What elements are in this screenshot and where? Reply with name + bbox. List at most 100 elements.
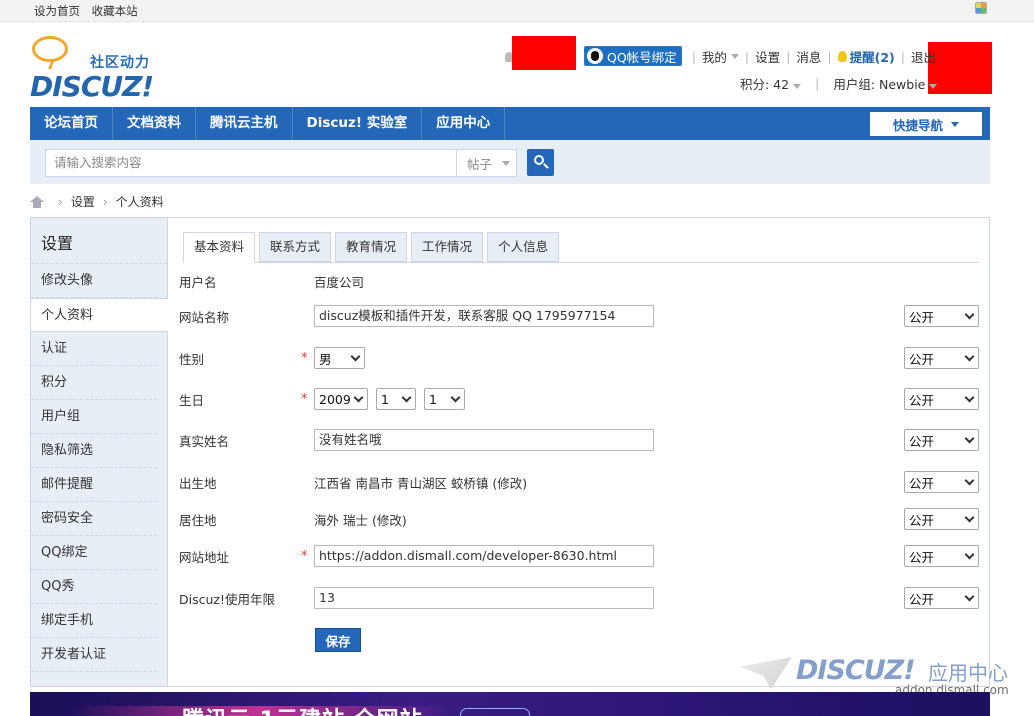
logo-bubble-tail [48, 59, 62, 69]
birth-month-select[interactable]: 1 [376, 388, 416, 410]
birth-year-value: 2009 [319, 391, 351, 407]
sidebar-item-avatar[interactable]: 修改头像 [31, 264, 157, 298]
residence-value[interactable]: 海外 瑞士 (修改) [314, 510, 407, 529]
quick-nav-button[interactable]: 快捷导航 [870, 112, 982, 136]
tab-personal[interactable]: 个人信息 [487, 232, 560, 262]
chevron-down-icon [964, 549, 975, 560]
sidebar-item-credits[interactable]: 积分 [31, 366, 157, 400]
chevron-down-icon [964, 433, 975, 444]
tab-basic[interactable]: 基本资料 [183, 232, 256, 263]
row-residence: 居住地 海外 瑞士 (修改) 公开 [179, 507, 979, 531]
sidebar-item-email[interactable]: 邮件提醒 [31, 468, 157, 502]
website-field[interactable]: https://addon.dismall.com/developer-8630… [314, 545, 654, 567]
realname-privacy-select[interactable]: 公开 [904, 429, 979, 451]
qq-bind-button[interactable]: QQ帐号绑定 [584, 46, 682, 66]
chevron-down-icon [401, 392, 412, 403]
search-button[interactable] [527, 149, 554, 176]
chevron-down-icon [350, 351, 361, 362]
sidebar-item-qq-show[interactable]: QQ秀 [31, 570, 157, 604]
bookmark-link[interactable]: 收藏本站 [92, 4, 138, 18]
sidebar-item-developer[interactable]: 开发者认证 [31, 638, 157, 672]
separator: | [900, 48, 905, 64]
discuz-years-privacy-select[interactable]: 公开 [904, 587, 979, 609]
banner-pill [460, 708, 530, 716]
search-input[interactable]: 请输入搜索内容 [45, 149, 457, 177]
remind-link[interactable]: 提醒(2) [837, 47, 895, 66]
website-privacy-select[interactable]: 公开 [904, 545, 979, 567]
sidebar-item-usergroup[interactable]: 用户组 [31, 400, 157, 434]
settings-panel: 设置 修改头像 个人资料 认证 积分 用户组 隐私筛选 邮件提醒 密码安全 QQ… [30, 217, 990, 687]
row-birthplace: 出生地 江西省 南昌市 青山湖区 蛟桥镇 (修改) 公开 [179, 470, 979, 494]
sitename-privacy-select[interactable]: 公开 [904, 305, 979, 327]
sitename-field[interactable]: discuz模板和插件开发，联系客服 QQ 1795977154 [314, 305, 654, 327]
paper-plane-icon [740, 657, 792, 689]
username-value: 百度公司 [314, 274, 365, 290]
sidebar-item-phone[interactable]: 绑定手机 [31, 604, 157, 638]
remind-label: 提醒(2) [849, 49, 895, 65]
profile-tabs: 基本资料 联系方式 教育情况 工作情况 个人信息 [183, 231, 979, 263]
birthplace-value[interactable]: 江西省 南昌市 青山湖区 蛟桥镇 (修改) [314, 473, 527, 492]
tab-education[interactable]: 教育情况 [335, 232, 408, 262]
quick-nav-label: 快捷导航 [892, 117, 943, 133]
row-discuz-years: Discuz!使用年限 13 公开 [179, 586, 979, 610]
tab-contact[interactable]: 联系方式 [259, 232, 332, 262]
residence-privacy-select[interactable]: 公开 [904, 508, 979, 530]
birthday-privacy-select[interactable]: 公开 [904, 388, 979, 410]
gender-select[interactable]: 男 [314, 347, 365, 369]
nav-item-app-center[interactable]: 应用中心 [422, 107, 506, 140]
discuz-years-field[interactable]: 13 [314, 587, 654, 609]
gender-privacy-select[interactable]: 公开 [904, 347, 979, 369]
separator: | [691, 48, 696, 64]
chevron-down-icon [951, 121, 959, 127]
header: 社区动力 DISCUZ! QQ帐号绑定 | 我的 | 设置 | 消息 | 提醒(… [0, 22, 1034, 108]
save-button[interactable]: 保存 [315, 628, 361, 652]
home-icon[interactable] [30, 195, 44, 208]
realname-field[interactable]: 没有姓名哦 [314, 429, 654, 451]
birthplace-privacy-select[interactable]: 公开 [904, 471, 979, 493]
website-label: 网站地址 [179, 549, 230, 565]
sidebar-item-profile[interactable]: 个人资料 [31, 298, 168, 332]
search-type-label: 帖子 [467, 156, 493, 172]
sidebar-item-privacy[interactable]: 隐私筛选 [31, 434, 157, 468]
site-logo[interactable]: 社区动力 DISCUZ! [30, 32, 170, 110]
logo-bubble-icon [32, 36, 68, 62]
nav-item-docs[interactable]: 文档资料 [113, 107, 196, 140]
settings-link[interactable]: 设置 [755, 47, 780, 66]
usergroup-label: 用户组: Newbie [833, 77, 926, 92]
tab-work[interactable]: 工作情况 [411, 232, 484, 262]
qq-penguin-icon [587, 48, 603, 64]
chevron-down-icon [353, 392, 364, 403]
privacy-value: 公开 [909, 549, 935, 565]
separator: | [744, 48, 750, 64]
palette-icon[interactable] [975, 2, 987, 14]
username-label: 用户名 [179, 274, 217, 290]
logout-link[interactable]: 退出 [911, 47, 936, 66]
search-icon-handle [543, 163, 549, 169]
breadcrumb-settings[interactable]: 设置 [71, 193, 95, 210]
gender-value: 男 [319, 351, 332, 367]
ad-banner[interactable]: 腾讯云 1元建站 全网站 [30, 692, 990, 716]
set-home-link[interactable]: 设为首页 [34, 4, 80, 18]
nav-item-lab[interactable]: Discuz! 实验室 [293, 107, 423, 140]
birth-day-value: 1 [429, 391, 437, 407]
usergroup-menu[interactable]: 用户组: Newbie [833, 74, 938, 93]
user-menu: QQ帐号绑定 | 我的 | 设置 | 消息 | 提醒(2) | 退出 [584, 46, 942, 66]
birth-year-select[interactable]: 2009 [314, 388, 368, 410]
birth-day-select[interactable]: 1 [424, 388, 465, 410]
nav-item-tencent-cloud[interactable]: 腾讯云主机 [196, 107, 293, 140]
sidebar-item-qq-bind[interactable]: QQ绑定 [31, 536, 157, 570]
lightbulb-icon [837, 50, 847, 62]
my-menu[interactable]: 我的 [702, 47, 739, 66]
breadcrumb-separator: › [102, 194, 108, 209]
discuz-years-label: Discuz!使用年限 [179, 591, 275, 607]
messages-link[interactable]: 消息 [796, 47, 821, 66]
credits-menu[interactable]: 积分: 42 [740, 74, 802, 93]
row-username: 用户名 百度公司 [179, 269, 979, 293]
search-type-select[interactable]: 帖子 [457, 149, 517, 177]
nav-item-home[interactable]: 论坛首页 [30, 107, 113, 140]
breadcrumb-separator: › [58, 194, 63, 209]
sidebar-item-password[interactable]: 密码安全 [31, 502, 157, 536]
sidebar-item-verify[interactable]: 认证 [31, 332, 157, 366]
residence-label: 居住地 [179, 512, 217, 528]
chevron-down-icon [964, 392, 975, 403]
